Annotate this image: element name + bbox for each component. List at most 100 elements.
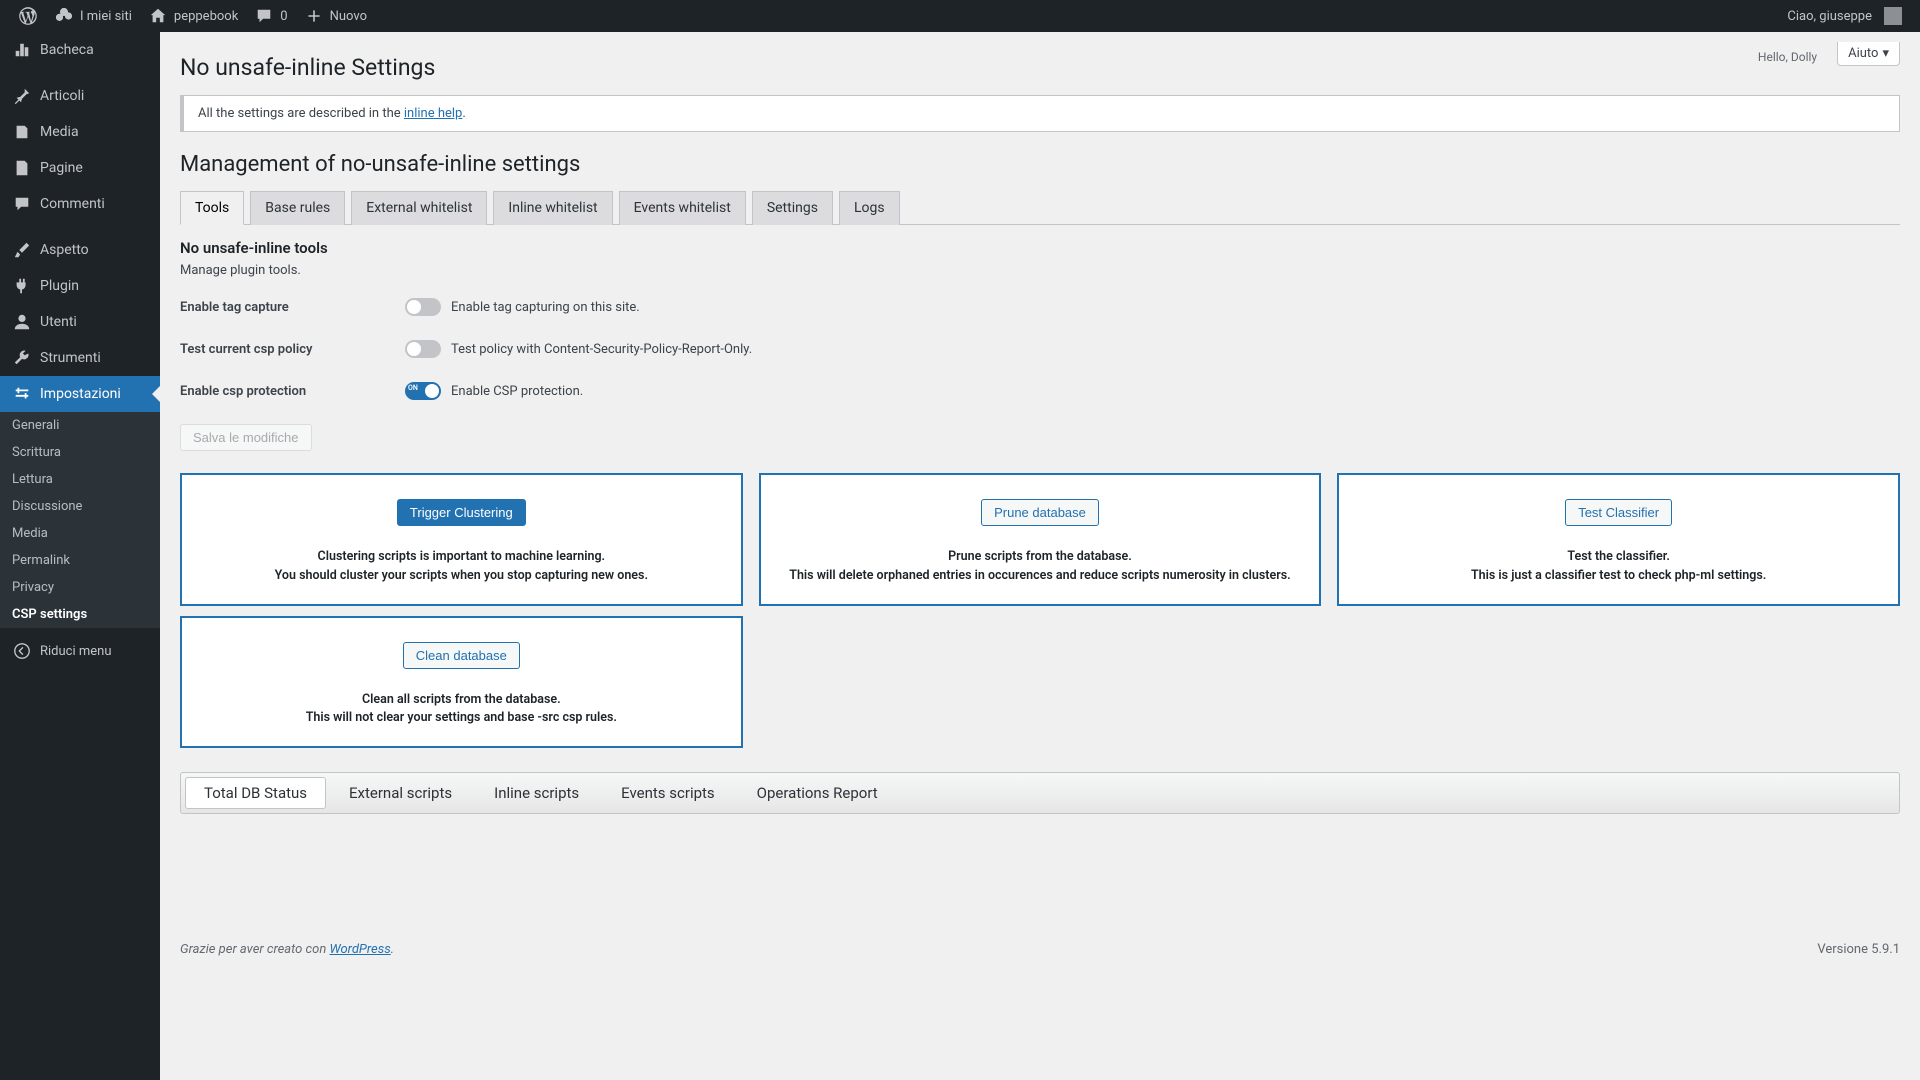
db-tab-events[interactable]: Events scripts: [602, 777, 734, 809]
toggle-enable-csp[interactable]: ON: [405, 382, 441, 400]
site-name-menu[interactable]: peppebook: [140, 0, 246, 32]
sidebar-item-settings[interactable]: Impostazioni: [0, 376, 160, 412]
label-tag-capture: Enable tag capture: [180, 300, 405, 315]
toggle-test-csp[interactable]: [405, 340, 441, 358]
page-icon: [12, 158, 32, 178]
comments-menu[interactable]: 0: [246, 0, 295, 32]
my-sites-menu[interactable]: I miei siti: [46, 0, 140, 32]
db-status-tabs-wrap: Total DB Status External scripts Inline …: [180, 772, 1900, 814]
sidebar-item-comments[interactable]: Commenti: [0, 186, 160, 222]
tab-base-rules[interactable]: Base rules: [250, 191, 345, 225]
submenu-media[interactable]: Media: [0, 520, 160, 547]
sidebar-item-dashboard[interactable]: Bacheca: [0, 32, 160, 68]
card-clean-database: Clean database Clean all scripts from th…: [180, 616, 743, 749]
sidebar-item-plugins[interactable]: Plugin: [0, 268, 160, 304]
desc-enable-csp: Enable CSP protection.: [451, 384, 583, 399]
db-tab-external[interactable]: External scripts: [330, 777, 471, 809]
tab-settings[interactable]: Settings: [752, 191, 833, 225]
tab-logs[interactable]: Logs: [839, 191, 900, 225]
comment-icon: [12, 194, 32, 214]
site-name-label: peppebook: [174, 9, 238, 24]
card-line2: This will not clear your settings and ba…: [306, 710, 617, 725]
card-test-classifier: Test Classifier Test the classifier. This…: [1337, 473, 1900, 606]
notice-prefix: All the settings are described in the: [198, 106, 404, 121]
pin-icon: [12, 86, 32, 106]
test-classifier-button[interactable]: Test Classifier: [1565, 499, 1672, 526]
sliders-icon: [12, 384, 32, 404]
db-tab-inline[interactable]: Inline scripts: [475, 777, 598, 809]
row-test-csp: Test current csp policy Test policy with…: [180, 340, 1900, 358]
section-heading: Management of no-unsafe-inline settings: [180, 152, 1900, 177]
submenu-permalink[interactable]: Permalink: [0, 547, 160, 574]
card-trigger-clustering: Trigger Clustering Clustering scripts is…: [180, 473, 743, 606]
hello-dolly-text: Hello, Dolly: [1758, 44, 1817, 64]
card-line2: This will delete orphaned entries in occ…: [789, 568, 1290, 583]
db-tab-operations[interactable]: Operations Report: [738, 777, 897, 809]
save-button[interactable]: Salva le modifiche: [180, 424, 312, 451]
main-content: No unsafe-inline Settings Hello, Dolly A…: [160, 32, 1920, 1080]
wordpress-logo-menu[interactable]: [10, 0, 46, 32]
submenu-privacy[interactable]: Privacy: [0, 574, 160, 601]
wordpress-link[interactable]: WordPress: [329, 942, 390, 957]
sidebar-item-label: Strumenti: [40, 350, 101, 366]
submenu-csp-settings[interactable]: CSP settings: [0, 601, 160, 628]
collapse-menu[interactable]: Riduci menu: [0, 632, 160, 669]
my-sites-label: I miei siti: [80, 9, 132, 24]
sidebar-item-appearance[interactable]: Aspetto: [0, 232, 160, 268]
sidebar-item-label: Media: [40, 124, 79, 140]
sidebar-item-pages[interactable]: Pagine: [0, 150, 160, 186]
sidebar-item-label: Aspetto: [40, 242, 89, 258]
tab-events-whitelist[interactable]: Events whitelist: [619, 191, 746, 225]
wrench-icon: [12, 348, 32, 368]
card-line1: Clean all scripts from the database.: [362, 692, 561, 707]
clean-database-button[interactable]: Clean database: [403, 642, 520, 669]
new-content-menu[interactable]: Nuovo: [296, 0, 375, 32]
admin-sidebar: Bacheca Articoli Media Pagine Commenti A…: [0, 32, 160, 1080]
plus-icon: [304, 6, 324, 26]
avatar: [1884, 7, 1902, 25]
sidebar-item-media[interactable]: Media: [0, 114, 160, 150]
notice-suffix: .: [462, 106, 465, 121]
tab-inline-whitelist[interactable]: Inline whitelist: [493, 191, 612, 225]
card-line1: Test the classifier.: [1567, 549, 1670, 564]
sidebar-item-label: Commenti: [40, 196, 105, 212]
sidebar-item-users[interactable]: Utenti: [0, 304, 160, 340]
sidebar-item-label: Utenti: [40, 314, 77, 330]
card-line2: You should cluster your scripts when you…: [275, 568, 648, 583]
submenu-reading[interactable]: Lettura: [0, 466, 160, 493]
brush-icon: [12, 240, 32, 260]
submenu-general[interactable]: Generali: [0, 412, 160, 439]
user-greeting-menu[interactable]: Ciao, giuseppe: [1779, 0, 1910, 32]
collapse-label: Riduci menu: [40, 644, 112, 659]
trigger-clustering-button[interactable]: Trigger Clustering: [397, 499, 526, 526]
sidebar-item-posts[interactable]: Articoli: [0, 78, 160, 114]
desc-test-csp: Test policy with Content-Security-Policy…: [451, 342, 752, 357]
media-icon: [12, 122, 32, 142]
footer-prefix: Grazie per aver creato con: [180, 942, 329, 957]
label-enable-csp: Enable csp protection: [180, 384, 405, 399]
toggle-tag-capture[interactable]: [405, 298, 441, 316]
sidebar-item-label: Pagine: [40, 160, 83, 176]
card-prune-database: Prune database Prune scripts from the da…: [759, 473, 1322, 606]
card-line2: This is just a classifier test to check …: [1471, 568, 1766, 583]
dashboard-icon: [12, 40, 32, 60]
settings-tabs: Tools Base rules External whitelist Inli…: [180, 191, 1900, 225]
prune-database-button[interactable]: Prune database: [981, 499, 1099, 526]
label-test-csp: Test current csp policy: [180, 342, 405, 357]
db-tab-total[interactable]: Total DB Status: [185, 777, 326, 809]
sidebar-item-tools[interactable]: Strumenti: [0, 340, 160, 376]
inline-help-link[interactable]: inline help: [404, 106, 462, 121]
inline-help-notice: All the settings are described in the in…: [180, 95, 1900, 132]
card-line1: Clustering scripts is important to machi…: [318, 549, 606, 564]
desc-tag-capture: Enable tag capturing on this site.: [451, 300, 640, 315]
tab-external-whitelist[interactable]: External whitelist: [351, 191, 487, 225]
help-tab[interactable]: Aiuto ▾: [1837, 42, 1900, 66]
sidebar-item-label: Plugin: [40, 278, 79, 294]
home-icon: [148, 6, 168, 26]
row-enable-tag-capture: Enable tag capture Enable tag capturing …: [180, 298, 1900, 316]
submenu-writing[interactable]: Scrittura: [0, 439, 160, 466]
tab-tools[interactable]: Tools: [180, 191, 244, 225]
sidebar-item-label: Impostazioni: [40, 386, 121, 402]
submenu-discussion[interactable]: Discussione: [0, 493, 160, 520]
comment-icon: [254, 6, 274, 26]
